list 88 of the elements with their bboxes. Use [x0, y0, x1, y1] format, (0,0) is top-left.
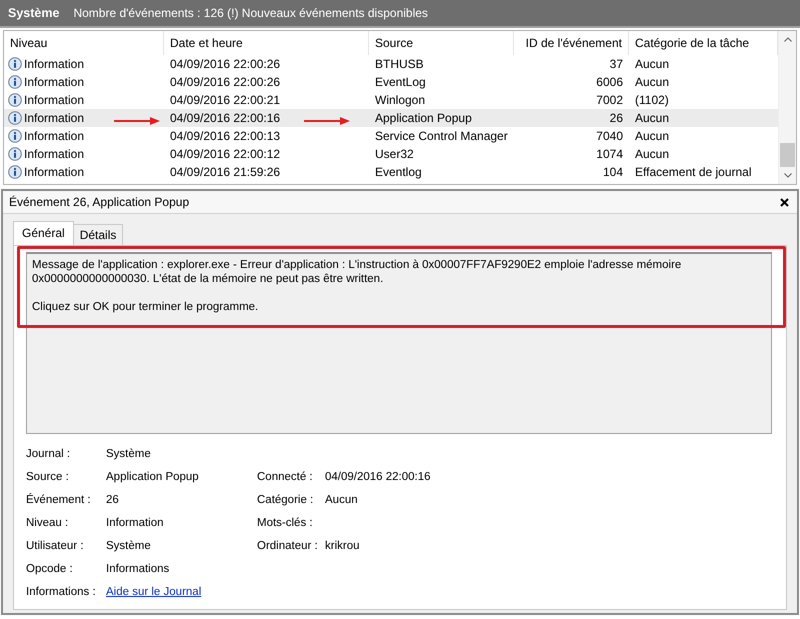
table-cell: Effacement de journal: [635, 165, 752, 179]
table-cell: 37: [610, 57, 623, 71]
table-cell: Aucun: [635, 57, 670, 71]
field-label: Connecté :: [257, 470, 314, 485]
message-text: Cliquez sur OK pour terminer le programme.: [32, 300, 260, 314]
event-row[interactable]: Information 04/09/2016 21:59:26 Eventlog 104 Effacement de journal: [4, 163, 778, 181]
column-header[interactable]: Date et heure: [164, 31, 369, 55]
table-cell: Service Control Manager: [375, 129, 508, 143]
table-cell: Winlogon: [375, 93, 426, 107]
table-cell: Eventlog: [375, 165, 422, 179]
tab[interactable]: Général: [13, 221, 74, 245]
scrollbar[interactable]: [778, 31, 796, 184]
event-row[interactable]: Information 04/09/2016 22:00:26 BTHUSB 37 Aucun: [4, 55, 778, 73]
table-cell: Aucun: [635, 147, 670, 161]
info-icon: [8, 75, 22, 89]
column-header[interactable]: Source: [369, 31, 514, 55]
scroll-up-icon[interactable]: [784, 37, 792, 42]
field-value: Informations: [106, 562, 170, 577]
table-cell: 04/09/2016 22:00:13: [170, 129, 280, 143]
table-cell: Information: [24, 93, 84, 107]
field-value: 26: [106, 493, 120, 508]
scroll-thumb[interactable]: [780, 143, 795, 167]
field-value: 04/09/2016 22:00:16: [325, 471, 431, 483]
field-label: Mots-clés :: [257, 516, 314, 531]
table-cell: Aucun: [635, 111, 670, 125]
message-text: Message de l'application : explorer.exe - Erreur d'application : L'instruction à 0x00007FF7AF9290E2 emploie l'adresse mémoire 0x0000000000000030. L'état de la mémoire ne peut pas être written.: [32, 258, 682, 286]
table-cell: 04/09/2016 22:00:21: [170, 93, 280, 107]
table-cell: 6006: [596, 75, 623, 89]
table-cell: Aucun: [635, 129, 670, 143]
event-count-text: Nombre d'événements : 126 (!) Nouveaux événements disponibles: [73, 6, 428, 20]
field-value: krikrou: [325, 540, 360, 552]
event-row[interactable]: Information 04/09/2016 22:00:12 User32 1074 Aucun: [4, 145, 778, 163]
field-label: Informations :: [26, 585, 97, 600]
event-row[interactable]: Information 04/09/2016 22:00:26 EventLog 6006 Aucun: [4, 73, 778, 91]
table-cell: 04/09/2016 22:00:26: [170, 75, 280, 89]
scroll-down-icon[interactable]: [784, 173, 792, 178]
field-label: Événement :: [26, 492, 92, 508]
field-value: Aucun: [325, 494, 358, 506]
close-button[interactable]: [780, 198, 789, 206]
info-icon: [8, 93, 22, 107]
field-value: Système: [106, 447, 152, 462]
field-label: Catégorie :: [257, 493, 314, 508]
field-value: Application Popup: [106, 470, 200, 485]
info-icon: [8, 57, 22, 71]
event-row[interactable]: Information 04/09/2016 22:00:13 Service Control Manager 7040 Aucun: [4, 127, 778, 145]
field-value: Information: [106, 516, 165, 531]
info-icon: [8, 147, 22, 161]
event-row[interactable]: Information 04/09/2016 22:00:16 Application Popup 26 Aucun: [4, 109, 778, 127]
info-icon: [8, 165, 22, 179]
field-label: Ordinateur :: [257, 539, 319, 554]
field-value: Système: [106, 539, 152, 554]
panel-title: Événement 26, Application Popup: [9, 195, 190, 209]
field-label: Journal :: [26, 447, 72, 462]
table-cell: Information: [24, 111, 84, 125]
table-cell: 104: [602, 165, 623, 179]
column-header[interactable]: Niveau: [4, 31, 164, 55]
table-cell: Information: [24, 75, 84, 89]
table-cell: Information: [24, 165, 84, 179]
annotation-arrow: [304, 117, 350, 125]
table-cell: Aucun: [635, 75, 670, 89]
table-cell: 04/09/2016 22:00:26: [170, 57, 280, 71]
column-header[interactable]: ID de l'événement: [514, 31, 629, 55]
table-cell: EventLog: [375, 75, 426, 89]
table-cell: 7040: [596, 129, 623, 143]
field-label: Source :: [26, 470, 70, 485]
annotation-arrow: [114, 117, 160, 125]
table-cell: BTHUSB: [375, 57, 424, 71]
tab[interactable]: Détails: [72, 224, 124, 245]
table-cell: 7002: [596, 93, 623, 107]
table-cell: Application Popup: [375, 111, 472, 125]
table-cell: 04/09/2016 22:00:16: [170, 111, 280, 125]
field-label: Opcode :: [26, 562, 74, 577]
table-cell: Information: [24, 147, 84, 161]
info-icon: [8, 111, 22, 125]
help-link[interactable]: Aide sur le Journal: [106, 586, 202, 598]
table-cell: 04/09/2016 22:00:12: [170, 147, 280, 161]
table-cell: 04/09/2016 21:59:26: [170, 165, 280, 179]
info-icon: [8, 129, 22, 143]
field-label: Niveau :: [26, 516, 70, 531]
table-cell: 1074: [596, 147, 623, 161]
event-row[interactable]: Information 04/09/2016 22:00:21 Winlogon 7002 (1102): [4, 91, 778, 109]
table-cell: Information: [24, 57, 84, 71]
field-label: Utilisateur :: [26, 539, 85, 554]
table-cell: (1102): [635, 93, 669, 107]
log-title: Système: [8, 6, 60, 20]
table-cell: 26: [610, 111, 623, 125]
table-cell: User32: [375, 147, 414, 161]
table-cell: Information: [24, 129, 84, 143]
